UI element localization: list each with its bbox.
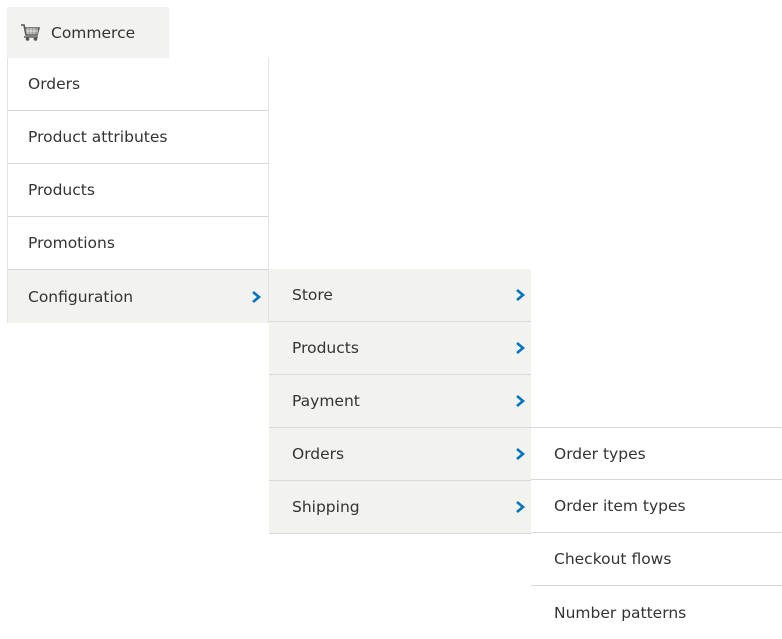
chevron-right-icon xyxy=(516,395,526,407)
chevron-right-icon xyxy=(516,501,526,513)
menu-item-label: Orders xyxy=(28,75,81,93)
commerce-menu: Orders Product attributes Products Promo… xyxy=(7,58,269,323)
menu-item-configuration[interactable]: Configuration xyxy=(8,270,268,323)
menu-item-label: Orders xyxy=(292,445,345,463)
menu-item-label: Configuration xyxy=(28,287,134,306)
chevron-right-icon xyxy=(252,290,262,303)
menu-item-store[interactable]: Store xyxy=(269,269,531,322)
menu-item-label: Number patterns xyxy=(554,603,687,622)
commerce-tab-label: Commerce xyxy=(51,23,136,42)
menu-item-product-attributes[interactable]: Product attributes xyxy=(8,111,268,164)
menu-item-label: Checkout flows xyxy=(554,550,672,568)
menu-item-label: Promotions xyxy=(28,234,115,252)
orders-submenu: Order types Order item types Checkout fl… xyxy=(531,427,782,639)
menu-item-label: Products xyxy=(292,339,359,357)
menu-item-order-types[interactable]: Order types xyxy=(531,427,782,480)
menu-item-order-item-types[interactable]: Order item types xyxy=(531,480,782,533)
menu-item-promotions[interactable]: Promotions xyxy=(8,217,268,270)
menu-item-checkout-flows[interactable]: Checkout flows xyxy=(531,533,782,586)
menu-item-label: Products xyxy=(28,181,95,199)
chevron-right-icon xyxy=(516,448,526,460)
menu-item-label: Store xyxy=(292,286,333,304)
menu-item-orders[interactable]: Orders xyxy=(269,428,531,481)
menu-item-label: Order item types xyxy=(554,497,686,515)
shopping-cart-icon xyxy=(20,23,42,43)
menu-item-label: Product attributes xyxy=(28,128,168,146)
menu-item-number-patterns[interactable]: Number patterns xyxy=(531,586,782,639)
chevron-right-icon xyxy=(516,289,526,301)
configuration-submenu: Store Products Payment Orders Shipping xyxy=(269,269,531,534)
menu-item-orders[interactable]: Orders xyxy=(8,58,268,111)
menu-item-products[interactable]: Products xyxy=(269,322,531,375)
menu-item-shipping[interactable]: Shipping xyxy=(269,481,531,534)
menu-item-products[interactable]: Products xyxy=(8,164,268,217)
menu-item-label: Shipping xyxy=(292,498,360,516)
commerce-tab[interactable]: Commerce xyxy=(7,7,169,58)
menu-item-label: Payment xyxy=(292,392,360,410)
menu-item-payment[interactable]: Payment xyxy=(269,375,531,428)
chevron-right-icon xyxy=(516,342,526,354)
menu-item-label: Order types xyxy=(554,444,646,463)
